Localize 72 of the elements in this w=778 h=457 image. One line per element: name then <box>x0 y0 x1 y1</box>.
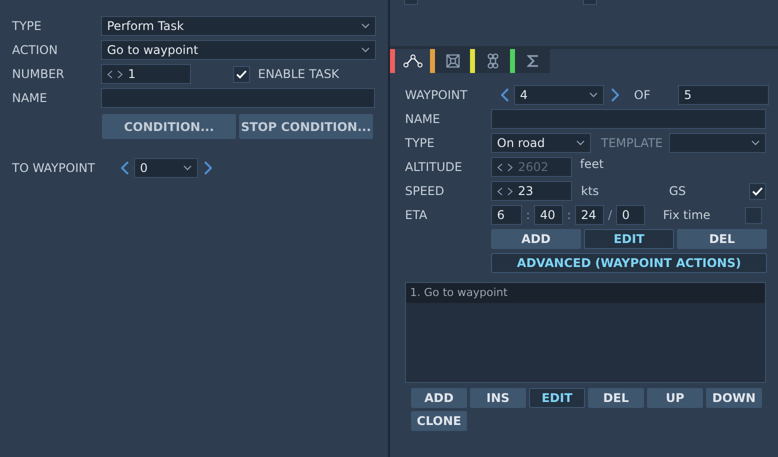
field-label: NAME <box>12 91 48 105</box>
field-label: SPEED <box>405 184 444 198</box>
checkbox[interactable] <box>404 0 418 5</box>
waypoint-button[interactable]: EDIT <box>584 229 674 249</box>
field-label: OF <box>634 88 650 102</box>
checkbox[interactable] <box>583 0 597 5</box>
spinner-arrows-icon[interactable] <box>497 186 513 196</box>
list-item[interactable]: 1. Go to waypoint <box>406 283 765 303</box>
dropdown[interactable]: 0 <box>134 158 198 178</box>
list-action-button[interactable]: DOWN <box>706 388 762 408</box>
target-square-icon <box>446 54 460 68</box>
checkmark-icon <box>236 70 247 78</box>
input-field: 5 <box>678 85 769 105</box>
dropdown[interactable]: Perform Task <box>101 16 376 36</box>
list-action-button[interactable]: DEL <box>588 388 644 408</box>
input-field[interactable]: 24 <box>575 205 604 225</box>
number-spinner[interactable]: 1 <box>101 64 191 84</box>
field-label: ETA <box>405 208 428 222</box>
list-action-button[interactable]: UP <box>647 388 703 408</box>
field-label: kts <box>581 184 599 198</box>
field-label: WAYPOINT <box>405 88 468 102</box>
dropdown-caret-icon <box>576 140 585 146</box>
field-label: Fix time <box>663 208 710 222</box>
tab[interactable] <box>430 49 470 73</box>
input-field[interactable] <box>491 109 766 129</box>
checkbox[interactable] <box>233 66 250 82</box>
condition-button[interactable]: CONDITION... <box>102 114 236 139</box>
list-action-button[interactable]: CLONE <box>411 411 467 431</box>
dropdown[interactable]: 4 <box>514 85 604 105</box>
dropdown[interactable] <box>669 133 766 153</box>
list-action-button[interactable]: ADD <box>411 388 467 408</box>
field-label: NAME <box>405 112 440 126</box>
field-label: TO WAYPOINT <box>12 161 95 175</box>
dropdown-caret-icon <box>589 92 598 98</box>
time-separator: : <box>566 207 572 224</box>
field-label: TYPE <box>12 19 42 33</box>
field-label: ENABLE TASK <box>258 66 340 83</box>
time-separator: / <box>606 207 614 224</box>
input-field[interactable] <box>101 88 375 108</box>
input-field[interactable]: 40 <box>534 205 563 225</box>
dropdown-caret-icon <box>751 140 760 146</box>
advanced-button[interactable]: ADVANCED (WAYPOINT ACTIONS) <box>491 253 767 273</box>
field-label: NUMBER <box>12 67 64 81</box>
tab[interactable] <box>470 49 510 73</box>
field-label: TYPE <box>405 136 434 150</box>
checkbox[interactable] <box>745 206 762 224</box>
list-action-button[interactable]: EDIT <box>529 388 585 408</box>
field-label: ALTITUDE <box>405 160 462 174</box>
waypoint-button[interactable]: ADD <box>491 229 581 249</box>
tab[interactable] <box>510 49 550 73</box>
field-label: GS <box>669 184 686 198</box>
spinner-arrows-icon[interactable] <box>107 70 123 78</box>
waypoint-button[interactable]: DEL <box>677 229 767 249</box>
checkbox[interactable] <box>749 182 766 200</box>
number-spinner[interactable]: 23 <box>491 181 572 201</box>
dropdown[interactable]: Go to waypoint <box>101 40 376 60</box>
dropdown-caret-icon <box>361 47 370 53</box>
route-icon <box>402 54 422 68</box>
command-key-icon <box>484 53 500 69</box>
time-separator: : <box>524 207 532 224</box>
dropdown-caret-icon <box>183 165 192 171</box>
dropdown-caret-icon <box>361 23 370 29</box>
list-action-button[interactable]: INS <box>470 388 526 408</box>
checkmark-icon <box>752 186 763 196</box>
condition-button[interactable]: STOP CONDITION... <box>239 114 373 139</box>
sigma-icon <box>526 55 538 67</box>
input-field[interactable]: 6 <box>491 205 522 225</box>
field-label: TEMPLATE <box>601 136 663 150</box>
field-label: feet <box>580 157 604 171</box>
input-field[interactable]: 0 <box>616 205 645 225</box>
dropdown[interactable]: On road <box>491 133 591 153</box>
field-label: ACTION <box>12 43 58 57</box>
